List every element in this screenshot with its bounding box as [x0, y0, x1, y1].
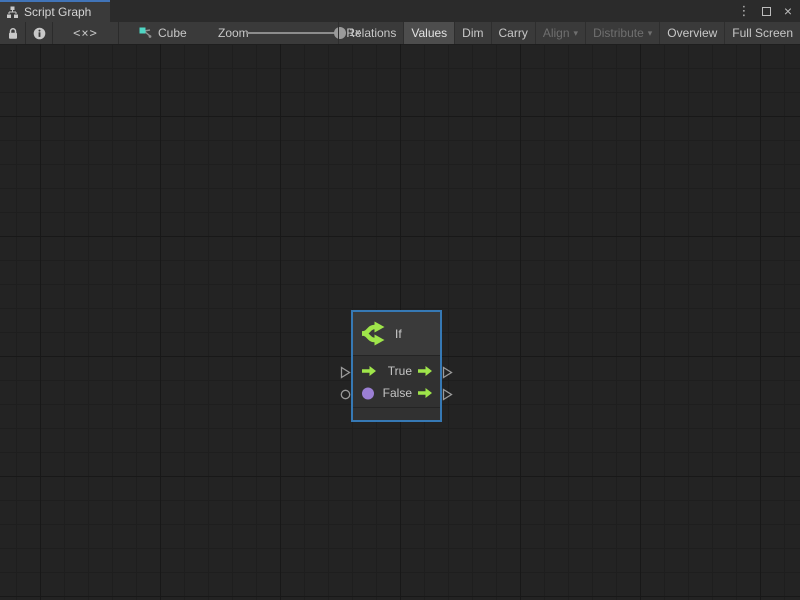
branch-if-icon	[360, 320, 387, 347]
code-view-icon: <×>	[73, 26, 98, 40]
tab-bar: Script Graph ⋮ ×	[0, 0, 800, 22]
window-controls: ⋮ ×	[736, 0, 796, 22]
bool-value-icon[interactable]	[361, 387, 377, 400]
values-button[interactable]: Values	[403, 22, 454, 44]
node-footer	[353, 407, 440, 420]
flow-arrow-icon[interactable]	[417, 387, 433, 399]
distribute-dropdown[interactable]: Distribute ▾	[585, 22, 659, 44]
overview-button[interactable]: Overview	[659, 22, 724, 44]
close-icon[interactable]: ×	[780, 3, 796, 19]
if-node[interactable]: If True False	[351, 310, 442, 422]
port-label-false: False	[383, 386, 412, 400]
node-title: If	[395, 327, 402, 341]
zoom-label: Zoom	[218, 22, 249, 44]
toolbar-separator	[118, 22, 119, 44]
condition-input-port[interactable]	[340, 388, 351, 401]
graph-canvas[interactable]: If True False	[0, 44, 800, 600]
tab-title: Script Graph	[24, 5, 91, 19]
graph-target-label: Cube	[158, 22, 187, 44]
port-label-true: True	[388, 364, 412, 378]
relations-button[interactable]: Relations	[338, 22, 403, 44]
carry-button[interactable]: Carry	[491, 22, 535, 44]
graph-target-icon	[136, 22, 154, 44]
lock-button[interactable]	[0, 22, 25, 44]
flow-input-port[interactable]	[340, 366, 351, 379]
tab-script-graph[interactable]: Script Graph	[0, 0, 110, 22]
fullscreen-button[interactable]: Full Screen	[724, 22, 800, 44]
lock-icon	[7, 27, 19, 40]
false-output-port[interactable]	[442, 388, 453, 401]
maximize-icon[interactable]	[758, 3, 774, 19]
node-ports: True False	[353, 356, 440, 407]
window-menu-icon[interactable]: ⋮	[736, 3, 752, 19]
info-icon	[33, 27, 46, 40]
zoom-slider-track[interactable]	[246, 32, 341, 34]
port-row-false: False	[353, 382, 440, 404]
graph-hierarchy-icon	[6, 6, 19, 19]
code-view-button[interactable]: <×>	[53, 22, 118, 44]
chevron-down-icon: ▾	[574, 22, 579, 44]
chevron-down-icon: ▾	[648, 22, 653, 44]
flow-arrow-icon[interactable]	[361, 365, 377, 377]
flow-arrow-icon[interactable]	[417, 365, 433, 377]
node-header[interactable]: If	[353, 312, 440, 356]
inspect-button[interactable]	[26, 22, 52, 44]
align-dropdown[interactable]: Align ▾	[535, 22, 585, 44]
dim-button[interactable]: Dim	[454, 22, 490, 44]
graph-toolbar: <×> Cube Zoom 1x Relations Values Dim Ca…	[0, 22, 800, 44]
port-row-true: True	[353, 360, 440, 382]
true-output-port[interactable]	[442, 366, 453, 379]
toolbar-buttons: Relations Values Dim Carry Align ▾ Distr…	[338, 22, 800, 44]
